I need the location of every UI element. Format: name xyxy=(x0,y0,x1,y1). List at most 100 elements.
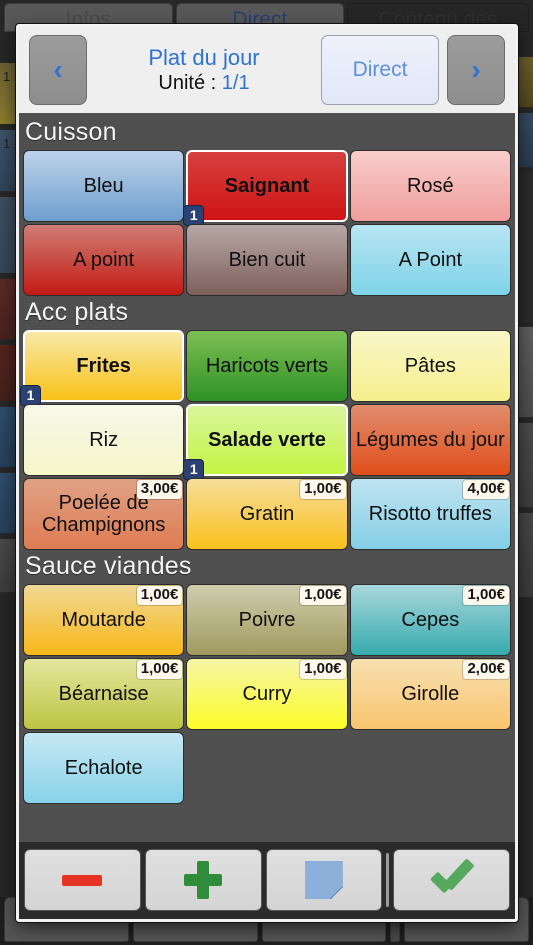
option-price: 1,00€ xyxy=(300,660,346,679)
option-button[interactable]: Poelée de Champignons 3,00€ xyxy=(23,478,185,550)
option-button[interactable]: Echalote xyxy=(23,732,185,804)
option-price: 1,00€ xyxy=(300,586,346,605)
option-button[interactable]: Saignant 1 xyxy=(183,150,348,226)
option-price: 1,00€ xyxy=(463,586,509,605)
option-label: Curry xyxy=(242,683,292,705)
option-cell: Pâtes xyxy=(349,329,512,403)
note-button[interactable] xyxy=(265,849,383,911)
quantity-badge: 1 xyxy=(20,385,41,406)
page-title: Plat du jour xyxy=(148,44,260,70)
option-cell: Poivre 1,00€ xyxy=(185,583,348,657)
option-button[interactable]: Cepes 1,00€ xyxy=(349,584,511,656)
option-cell: Saignant 1 xyxy=(183,149,348,226)
note-icon xyxy=(304,861,343,899)
option-label: A point xyxy=(73,249,135,271)
option-grid: Moutarde 1,00€ Poivre 1,00€ Cepes 1,00€ Béarna… xyxy=(22,583,512,805)
option-label: Légumes du jour xyxy=(355,429,505,451)
option-button[interactable]: Risotto truffes 4,00€ xyxy=(349,478,511,550)
option-button[interactable]: Poivre 1,00€ xyxy=(186,584,348,656)
section-title: Sauce viandes xyxy=(25,552,192,580)
dialog-title-block: Plat du jour Unité : 1/1 xyxy=(95,45,313,95)
option-cell: A Point xyxy=(349,223,512,297)
option-cell: Béarnaise 1,00€ xyxy=(22,657,185,731)
option-button[interactable]: Riz xyxy=(23,404,185,476)
option-button[interactable]: A point xyxy=(23,224,185,296)
option-label: Gratin xyxy=(239,503,295,525)
option-cell: Bien cuit xyxy=(185,223,348,297)
options-body: Cuisson Bleu Saignant 1 Rosé A point Bien cuit… xyxy=(19,113,515,842)
section-title: Acc plats xyxy=(25,298,129,326)
option-button[interactable]: Curry 1,00€ xyxy=(186,658,348,730)
option-cell: Echalote xyxy=(22,731,185,805)
check-icon xyxy=(429,865,475,895)
option-label: Moutarde xyxy=(61,609,146,631)
option-button[interactable]: Girolle 2,00€ xyxy=(349,658,511,730)
option-cell: Gratin 1,00€ xyxy=(185,477,348,551)
option-price: 1,00€ xyxy=(136,660,183,679)
decrement-button[interactable] xyxy=(24,849,141,911)
option-label: A Point xyxy=(398,249,463,271)
option-label: Poivre xyxy=(238,609,296,631)
option-cell: Poelée de Champignons 3,00€ xyxy=(22,477,185,551)
option-button[interactable]: Légumes du jour xyxy=(349,404,511,476)
option-cell: Bleu xyxy=(22,149,185,223)
option-price: 1,00€ xyxy=(300,480,346,499)
option-button[interactable]: A Point xyxy=(349,224,511,296)
previous-button[interactable]: ‹ xyxy=(29,35,87,105)
option-cell: Risotto truffes 4,00€ xyxy=(349,477,512,551)
option-label: Saignant xyxy=(224,175,310,197)
option-cell: Frites 1 xyxy=(20,329,185,406)
plus-icon xyxy=(184,861,223,899)
minus-icon xyxy=(62,874,103,886)
option-cell: Girolle 2,00€ xyxy=(349,657,512,731)
option-cell: Cepes 1,00€ xyxy=(349,583,512,657)
option-grid: Bleu Saignant 1 Rosé A point Bien cuit A Point xyxy=(22,149,512,297)
option-label: Salade verte xyxy=(208,429,326,451)
quantity-badge: 1 xyxy=(183,459,205,480)
option-label: Pâtes xyxy=(404,355,456,377)
option-cell: A point xyxy=(22,223,185,297)
option-cell: Rosé xyxy=(349,149,512,223)
option-price: 1,00€ xyxy=(136,586,183,605)
validate-button[interactable] xyxy=(393,849,510,911)
option-button[interactable]: Bien cuit xyxy=(186,224,348,296)
quantity-badge: 1 xyxy=(183,205,205,226)
option-button[interactable]: Salade verte 1 xyxy=(183,404,348,480)
option-label: Bleu xyxy=(83,175,124,197)
option-button[interactable]: Béarnaise 1,00€ xyxy=(23,658,185,730)
section-title: Cuisson xyxy=(25,118,117,146)
option-label: Cepes xyxy=(401,609,460,631)
direct-button[interactable]: Direct xyxy=(321,35,439,105)
option-label: Girolle xyxy=(401,683,460,705)
option-cell: Moutarde 1,00€ xyxy=(22,583,185,657)
option-label: Riz xyxy=(89,429,119,451)
option-label: Bien cuit xyxy=(228,249,306,271)
dialog-header: ‹ Plat du jour Unité : 1/1 Direct › xyxy=(19,27,515,113)
option-label: Poelée de Champignons xyxy=(41,492,166,536)
option-label: Rosé xyxy=(406,175,454,197)
option-button[interactable]: Rosé xyxy=(349,150,511,222)
product-options-dialog: ‹ Plat du jour Unité : 1/1 Direct › Cuis… xyxy=(16,24,518,922)
option-price: 4,00€ xyxy=(463,480,509,499)
option-label: Haricots verts xyxy=(205,355,329,377)
option-button[interactable]: Moutarde 1,00€ xyxy=(23,584,185,656)
option-label: Béarnaise xyxy=(58,683,149,705)
option-button[interactable]: Pâtes xyxy=(349,330,511,402)
next-button[interactable]: › xyxy=(447,35,505,105)
option-label: Echalote xyxy=(64,757,143,779)
option-label: Frites xyxy=(76,355,131,377)
unit-label: Unité : xyxy=(158,72,222,95)
option-cell: Légumes du jour xyxy=(349,403,512,477)
option-button[interactable]: Frites 1 xyxy=(20,330,185,406)
option-button[interactable]: Bleu xyxy=(23,150,185,222)
footer-divider xyxy=(386,853,390,907)
unit-value: 1/1 xyxy=(221,72,250,95)
increment-button[interactable] xyxy=(144,849,262,911)
option-button[interactable]: Gratin 1,00€ xyxy=(186,478,348,550)
option-button[interactable]: Haricots verts xyxy=(186,330,348,402)
dialog-footer xyxy=(19,842,515,919)
option-cell: Haricots verts xyxy=(185,329,348,403)
option-grid: Frites 1 Haricots verts Pâtes Riz Salade vert… xyxy=(20,329,512,551)
option-cell: Salade verte 1 xyxy=(183,403,348,480)
option-cell: Riz xyxy=(22,403,185,477)
